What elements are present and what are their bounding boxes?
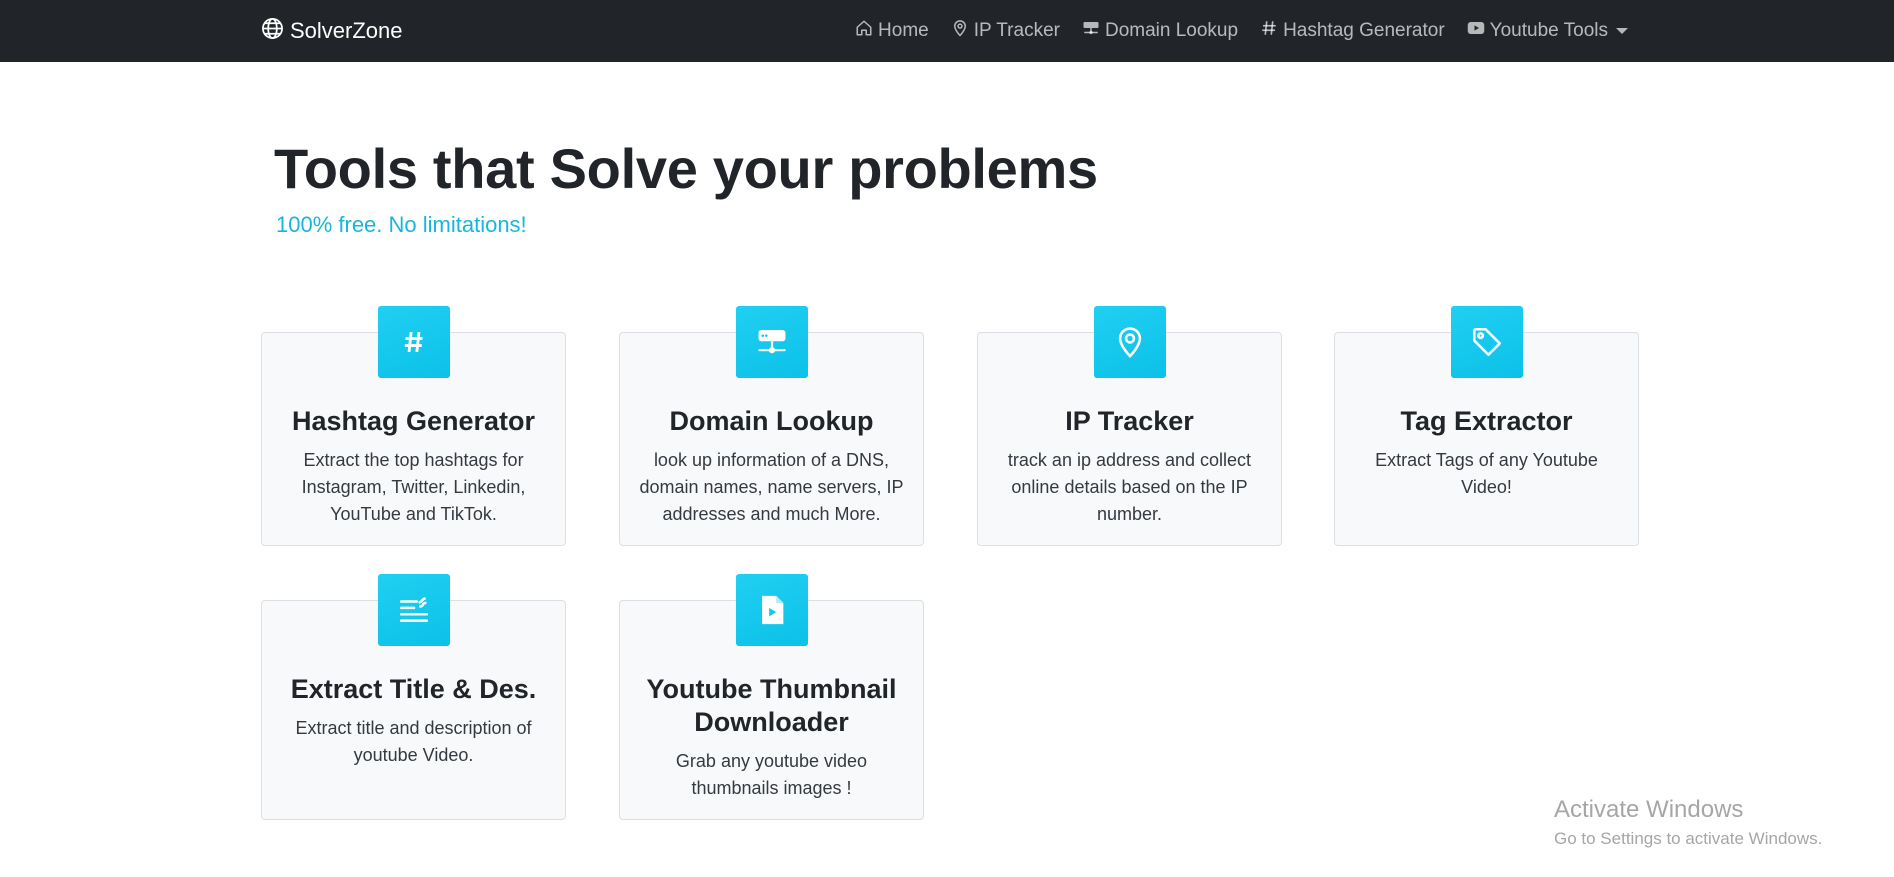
card-description: Grab any youtube video thumbnails images… [675,751,868,798]
nav-menu: Home IP Tracker Domain Lookup Hashtag Ge… [855,16,1628,46]
hash-icon [378,306,450,378]
tool-card-domain-lookup[interactable]: Domain Lookup look up information of a D… [619,306,924,546]
nav-home-label: Home [878,20,929,41]
nav-hashtag-generator-label: Hashtag Generator [1283,20,1445,41]
tool-card-tag-extractor[interactable]: Tag Extractor Extract Tags of any Youtub… [1334,306,1639,546]
tag-icon [1451,306,1523,378]
server-icon [1082,19,1100,43]
globe-icon [261,17,284,46]
nav-domain-lookup-label: Domain Lookup [1104,20,1239,41]
card-title: Domain Lookup [669,406,874,436]
map-pin-icon [951,19,969,43]
card-title: IP Tracker [1065,406,1194,436]
card-description: track an ip address and collect online d… [1007,450,1252,524]
tool-card-hashtag-generator[interactable]: Hashtag Generator Extract the top hashta… [261,306,566,546]
hash-icon [1260,19,1278,43]
nav-domain-lookup[interactable]: Domain Lookup [1082,19,1238,43]
map-pin-icon [1094,306,1166,378]
nav-ip-tracker[interactable]: IP Tracker [951,19,1060,43]
activation-watermark-subtitle: Go to Settings to activate Windows. [1554,829,1823,848]
nav-ip-tracker-label: IP Tracker [973,20,1060,41]
card-description: look up information of a DNS, domain nam… [639,450,904,524]
tool-card-ip-tracker[interactable]: IP Tracker track an ip address and colle… [977,306,1282,546]
youtube-icon [1467,19,1485,43]
brand-name: SolverZone [290,18,403,43]
navbar: SolverZone Home IP Tracker Domain Lookup… [0,0,1894,62]
server-icon [736,306,808,378]
tool-card-youtube-thumbnail-downloader[interactable]: Youtube Thumbnail Downloader Grab any yo… [619,574,924,820]
nav-youtube-tools-dropdown[interactable]: Youtube Tools [1467,19,1628,43]
home-icon [855,19,873,43]
card-description: Extract title and description of youtube… [295,718,532,765]
page-title: Tools that Solve your problems [274,137,1098,200]
card-title: Tag Extractor [1400,406,1573,436]
card-title: Extract Title & Des. [290,674,537,704]
card-title: Hashtag Generator [291,406,536,436]
text-lines-icon [378,574,450,646]
card-description: Extract Tags of any Youtube Video! [1375,450,1598,497]
page-subtitle: 100% free. No limitations! [276,212,527,237]
tool-card-extract-title-description[interactable]: Extract Title & Des. Extract title and d… [261,574,566,820]
brand-link[interactable]: SolverZone [261,16,403,46]
activation-watermark-title: Activate Windows [1554,796,1744,823]
card-description: Extract the top hashtags for Instagram, … [301,450,526,524]
file-play-icon [736,574,808,646]
nav-youtube-tools-label: Youtube Tools [1489,20,1608,41]
card-title: Youtube Thumbnail Downloader [646,674,897,737]
nav-hashtag-generator[interactable]: Hashtag Generator [1260,19,1445,43]
nav-home[interactable]: Home [855,19,929,43]
chevron-down-icon [1616,28,1628,34]
